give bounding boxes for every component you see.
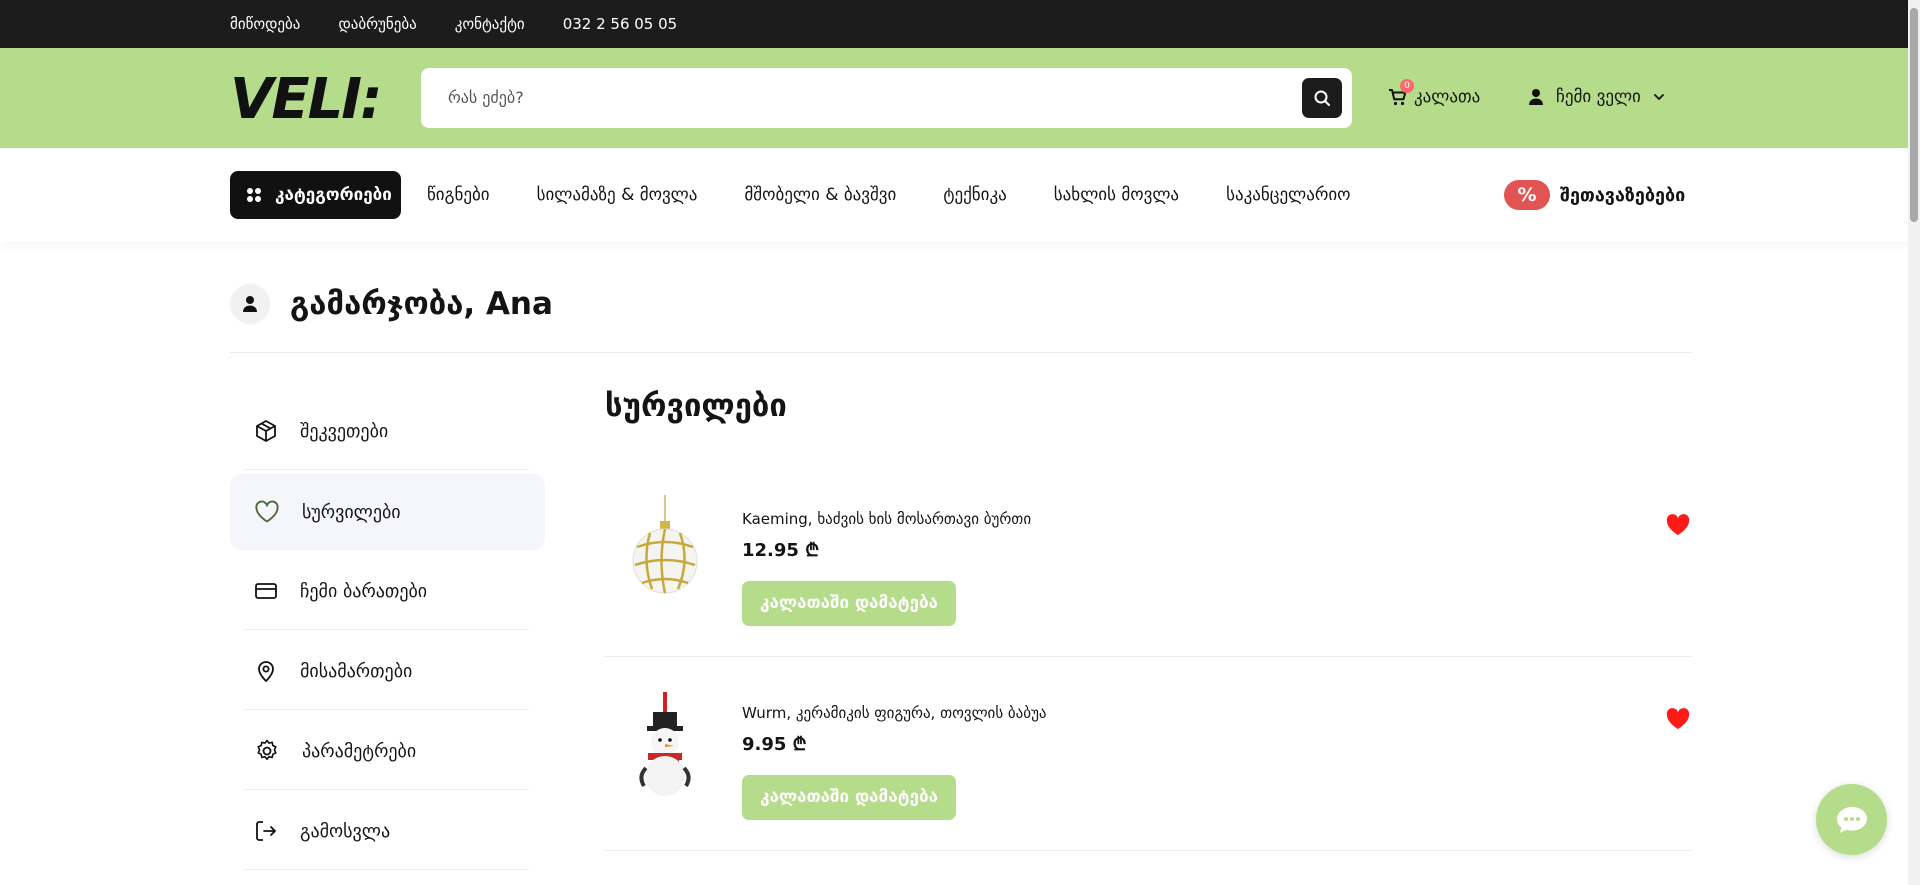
sidebar-item-label: სურვილები (302, 501, 401, 523)
chat-button[interactable] (1816, 784, 1887, 855)
chat-bubble-icon (1836, 806, 1867, 833)
logout-icon (256, 821, 276, 841)
divider (605, 850, 1691, 851)
greeting-title: გამარჯობა, Ana (290, 286, 553, 322)
returns-link[interactable]: დაბრუნება (338, 15, 416, 33)
contact-link[interactable]: კონტაქტი (455, 15, 525, 33)
wishlist-item: Kaeming, ხაძვის ხის მოსართავი ბურთი 12.9… (605, 490, 1691, 650)
svg-text:VELI:: VELI: (230, 70, 381, 126)
top-bar: მიწოდება დაბრუნება კონტაქტი 032 2 56 05 … (0, 0, 1920, 48)
account-greeting: გამარჯობა, Ana (230, 282, 553, 326)
ornament-ball-image[interactable] (620, 495, 710, 607)
nav-item-beauty[interactable]: სილამაზე & მოვლა (537, 185, 698, 205)
sidebar-item-label: პარამეტრები (302, 740, 417, 762)
nav-item-electronics[interactable]: ტექნიკა (943, 185, 1006, 205)
sidebar-item-cards[interactable]: ჩემი ბარათები (230, 553, 545, 629)
credit-card-icon (255, 583, 277, 599)
chevron-down-icon (1653, 94, 1664, 101)
account-menu[interactable]: ჩემი ველი (1528, 82, 1665, 112)
cart-count-badge: 0 (1400, 79, 1414, 93)
nav-item-books[interactable]: წიგნები (427, 185, 490, 205)
divider (245, 869, 529, 870)
product-price: 9.95 ₾ (742, 734, 807, 755)
header: VELI: რას ეძებ? 0 კალათა ჩემი ველი (0, 48, 1920, 148)
categories-label: კატეგორიები (275, 185, 392, 205)
snowman-figure-image[interactable] (620, 690, 710, 802)
delivery-link[interactable]: მიწოდება (230, 15, 300, 33)
percent-badge: % (1504, 180, 1550, 210)
divider (230, 352, 1691, 353)
map-pin-icon (258, 661, 274, 683)
divider (245, 789, 529, 790)
heart-filled-icon[interactable] (1665, 513, 1691, 537)
nav-item-parent-child[interactable]: მშობელი & ბავშვი (744, 185, 896, 205)
avatar (230, 284, 270, 324)
sidebar-item-orders[interactable]: შეკვეთები (230, 393, 545, 469)
product-name[interactable]: Kaeming, ხაძვის ხის მოსართავი ბურთი (742, 510, 1031, 528)
sidebar-item-label: ჩემი ბარათები (300, 580, 428, 602)
offers-label: შეთავაზებები (1560, 184, 1686, 206)
package-icon (256, 420, 276, 442)
sidebar-item-settings[interactable]: პარამეტრები (230, 713, 545, 789)
sidebar-item-label: მისამართები (300, 660, 413, 682)
user-icon (1529, 89, 1543, 105)
cart-label: კალათა (1414, 87, 1481, 107)
veli-logo-wordmark: VELI: (230, 67, 383, 132)
scrollbar-thumb[interactable] (1910, 8, 1918, 222)
veli-logo[interactable]: VELI: (230, 67, 406, 132)
wishlist-title: სურვილები (605, 388, 787, 424)
user-icon (243, 296, 257, 312)
product-name[interactable]: Wurm, კერამიკის ფიგურა, თოვლის ბაბუა (742, 704, 1047, 722)
sidebar-item-logout[interactable]: გამოსვლა (230, 793, 545, 869)
nav-links: წიგნები სილამაზე & მოვლა მშობელი & ბავშვ… (427, 171, 1351, 219)
add-to-cart-button[interactable]: კალათაში დამატება (742, 775, 956, 820)
heart-filled-icon[interactable] (1665, 707, 1691, 731)
nav-item-home-care[interactable]: სახლის მოვლა (1054, 185, 1179, 205)
gear-icon (257, 739, 277, 761)
sidebar-item-addresses[interactable]: მისამართები (230, 633, 545, 709)
grid-icon (247, 188, 261, 202)
top-links: მიწოდება დაბრუნება კონტაქტი 032 2 56 05 … (230, 0, 677, 48)
heart-outline-icon (255, 500, 279, 523)
wishlist-item: Wurm, კერამიკის ფიგურა, თოვლის ბაბუა 9.9… (605, 688, 1691, 848)
cart-icon: 0 (1388, 79, 1414, 107)
cart-button[interactable]: 0 კალათა (1388, 79, 1481, 112)
search-bar[interactable]: რას ეძებ? (421, 68, 1352, 128)
sidebar-item-label: შეკვეთები (300, 420, 389, 442)
categories-button[interactable]: კატეგორიები (230, 171, 401, 219)
offers-link[interactable]: % შეთავაზებები (1504, 179, 1685, 211)
sidebar-item-wishlist[interactable]: სურვილები (230, 474, 545, 550)
search-button[interactable] (1302, 78, 1342, 118)
category-nav: კატეგორიები წიგნები სილამაზე & მოვლა მშო… (0, 148, 1920, 242)
nav-item-stationery[interactable]: საკანცელარიო (1226, 185, 1350, 205)
product-price: 12.95 ₾ (742, 540, 820, 561)
divider (605, 656, 1691, 657)
add-to-cart-button[interactable]: კალათაში დამატება (742, 581, 956, 626)
search-input[interactable]: რას ეძებ? (448, 68, 524, 128)
divider (245, 709, 529, 710)
divider (245, 469, 529, 470)
divider (245, 629, 529, 630)
search-icon (1314, 90, 1330, 106)
sidebar-item-label: გამოსვლა (300, 820, 391, 842)
phone-link[interactable]: 032 2 56 05 05 (563, 15, 678, 33)
account-label: ჩემი ველი (1556, 87, 1641, 107)
